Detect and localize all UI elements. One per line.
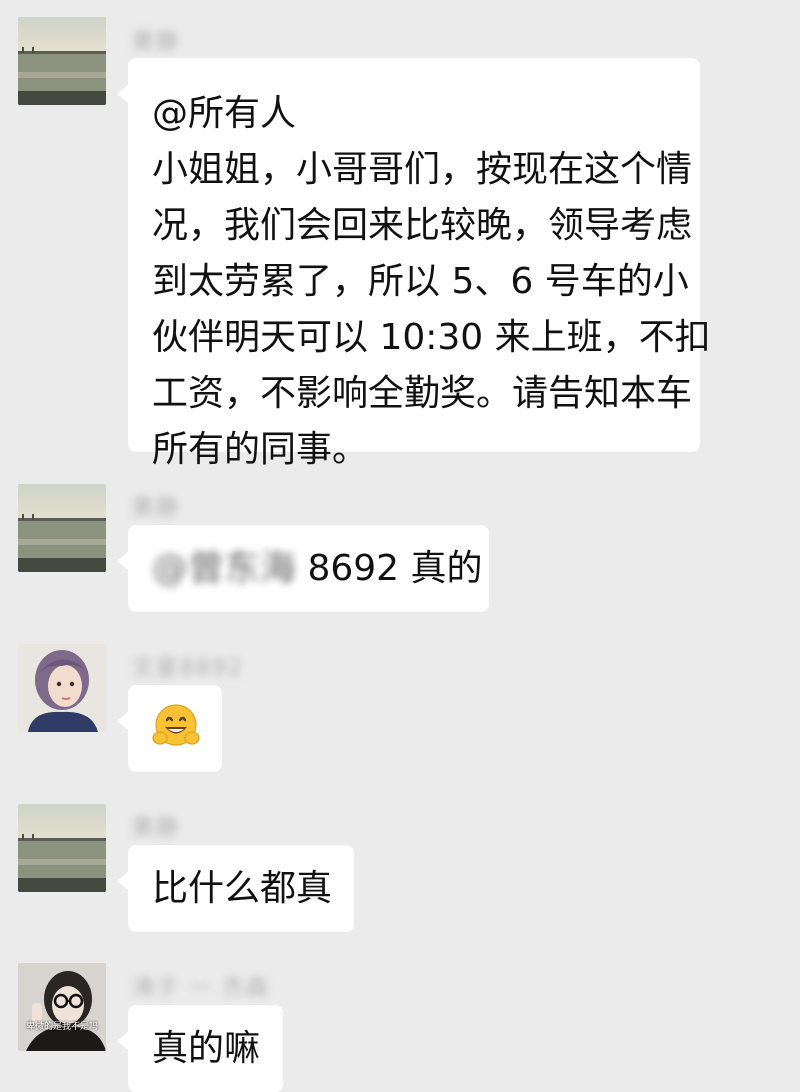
seaside-pier-avatar-icon (18, 484, 106, 572)
sender-name: 涛子 一 杰森 (132, 976, 270, 1001)
sender-name: 文星8892 (132, 656, 244, 681)
avatar[interactable] (18, 484, 106, 572)
avatar[interactable] (18, 644, 106, 732)
message-line: 到太劳累了，所以 5、6 号车的小 (152, 261, 689, 302)
message-bubble[interactable]: @曾东海 8692 真的 (117, 525, 489, 612)
hugging-face-emoji-icon (152, 704, 200, 746)
message-line: 况，我们会回来比较晚，领导考虑 (152, 205, 693, 246)
seaside-pier-avatar-icon (18, 17, 106, 105)
message-bubble[interactable]: 比什么都真 (117, 845, 354, 932)
message-bubble[interactable]: 真的嘛 (117, 1005, 283, 1092)
mention-tag[interactable]: @曾东海 (152, 541, 296, 597)
avatar-caption: 卑微的是我不是吗 (25, 1022, 98, 1032)
chat-conversation: 黄静 @所有人 小姐姐，小哥哥们，按现在这个情 况，我们会回来比较晚，领导考虑 … (0, 0, 800, 1092)
girl-portrait-avatar-icon (18, 644, 106, 732)
message-line: 所有的同事。 (152, 429, 369, 470)
message-line: 工资，不影响全勤奖。请告知本车 (152, 373, 693, 414)
avatar[interactable] (18, 17, 106, 105)
message-line: 小姐姐，小哥哥们，按现在这个情 (152, 149, 693, 190)
message-text: 真的嘛 (152, 1028, 261, 1069)
message-text: 8692 真的 (307, 548, 483, 589)
message-text: 比什么都真 (152, 868, 333, 909)
sender-name: 黄静 (132, 30, 181, 55)
glasses-girl-avatar-icon (18, 963, 106, 1051)
message-bubble[interactable] (117, 685, 222, 772)
avatar[interactable] (18, 804, 106, 892)
message-line: 伙伴明天可以 10:30 来上班，不扣 (152, 317, 711, 358)
sender-name: 黄静 (132, 496, 181, 521)
message-line: @所有人 (152, 93, 297, 134)
avatar[interactable]: 卑微的是我不是吗 (18, 963, 106, 1051)
message-bubble[interactable]: @所有人 小姐姐，小哥哥们，按现在这个情 况，我们会回来比较晚，领导考虑 到太劳… (117, 58, 711, 470)
sender-name: 黄静 (132, 816, 181, 841)
seaside-pier-avatar-icon (18, 804, 106, 892)
